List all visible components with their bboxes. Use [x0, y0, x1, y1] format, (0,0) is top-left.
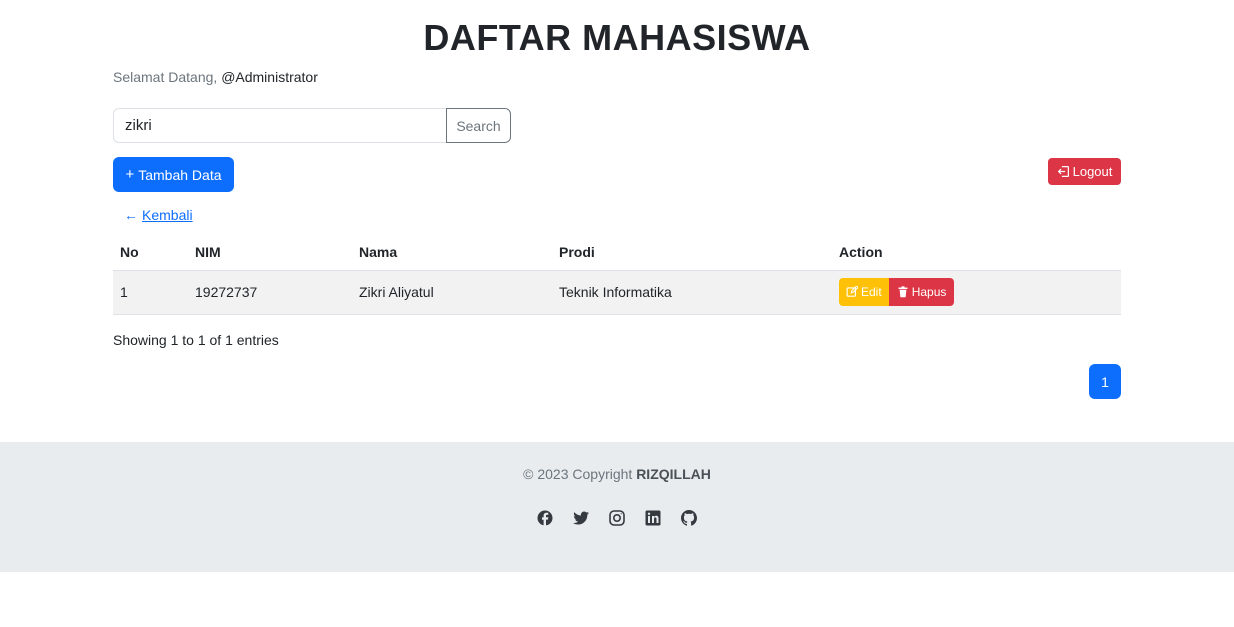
cell-nama: Zikri Aliyatul: [352, 270, 552, 315]
cell-action: Edit Hapus: [832, 270, 1121, 315]
delete-label: Hapus: [911, 285, 947, 299]
column-header-no: No: [113, 234, 188, 271]
page-title: DAFTAR MAHASISWA: [423, 17, 811, 58]
search-input[interactable]: [113, 108, 446, 143]
twitter-icon[interactable]: [572, 509, 590, 527]
trash-icon: [897, 286, 909, 298]
copyright-owner: RIZQILLAH: [636, 466, 711, 482]
arrow-left-icon: ←: [124, 207, 138, 223]
student-table: No NIM Nama Prodi Action 1 19272737 Zikr…: [113, 234, 1121, 315]
cell-no: 1: [113, 270, 188, 315]
search-form: Search: [113, 108, 511, 143]
column-header-nama: Nama: [352, 234, 552, 271]
instagram-icon[interactable]: [608, 509, 626, 527]
welcome-text: Selamat Datang, @Administrator: [113, 67, 318, 87]
github-icon[interactable]: [680, 509, 698, 527]
social-links: [0, 509, 1234, 527]
pagination-page-1[interactable]: 1: [1089, 364, 1121, 399]
action-group: Edit Hapus: [839, 278, 955, 306]
table-header-row: No NIM Nama Prodi Action: [113, 234, 1121, 271]
logout-icon: [1057, 165, 1070, 178]
add-data-label: Tambah Data: [138, 166, 222, 183]
column-header-nim: NIM: [188, 234, 352, 271]
facebook-icon[interactable]: [536, 509, 554, 527]
footer: © 2023 Copyright RIZQILLAH: [0, 442, 1234, 572]
cell-nim: 19272737: [188, 270, 352, 315]
edit-label: Edit: [861, 285, 882, 299]
edit-button[interactable]: Edit: [839, 278, 889, 306]
column-header-action: Action: [832, 234, 1121, 271]
logout-button[interactable]: Logout: [1048, 158, 1121, 185]
search-button[interactable]: Search: [446, 108, 511, 143]
add-data-button[interactable]: + Tambah Data: [113, 157, 234, 192]
welcome-username: @Administrator: [221, 69, 318, 85]
welcome-prefix: Selamat Datang,: [113, 69, 218, 85]
delete-button[interactable]: Hapus: [888, 278, 955, 306]
cell-prodi: Teknik Informatika: [552, 270, 832, 315]
back-link[interactable]: ← Kembali: [124, 207, 193, 223]
logout-label: Logout: [1072, 164, 1113, 179]
back-link-label: Kembali: [142, 207, 193, 223]
column-header-prodi: Prodi: [552, 234, 832, 271]
copyright-text: © 2023 Copyright RIZQILLAH: [0, 466, 1234, 482]
linkedin-icon[interactable]: [644, 509, 662, 527]
copyright-prefix: © 2023 Copyright: [523, 466, 633, 482]
plus-icon: +: [125, 166, 135, 183]
entries-info: Showing 1 to 1 of 1 entries: [113, 332, 279, 348]
edit-icon: [846, 286, 858, 298]
table-row: 1 19272737 Zikri Aliyatul Teknik Informa…: [113, 270, 1121, 315]
